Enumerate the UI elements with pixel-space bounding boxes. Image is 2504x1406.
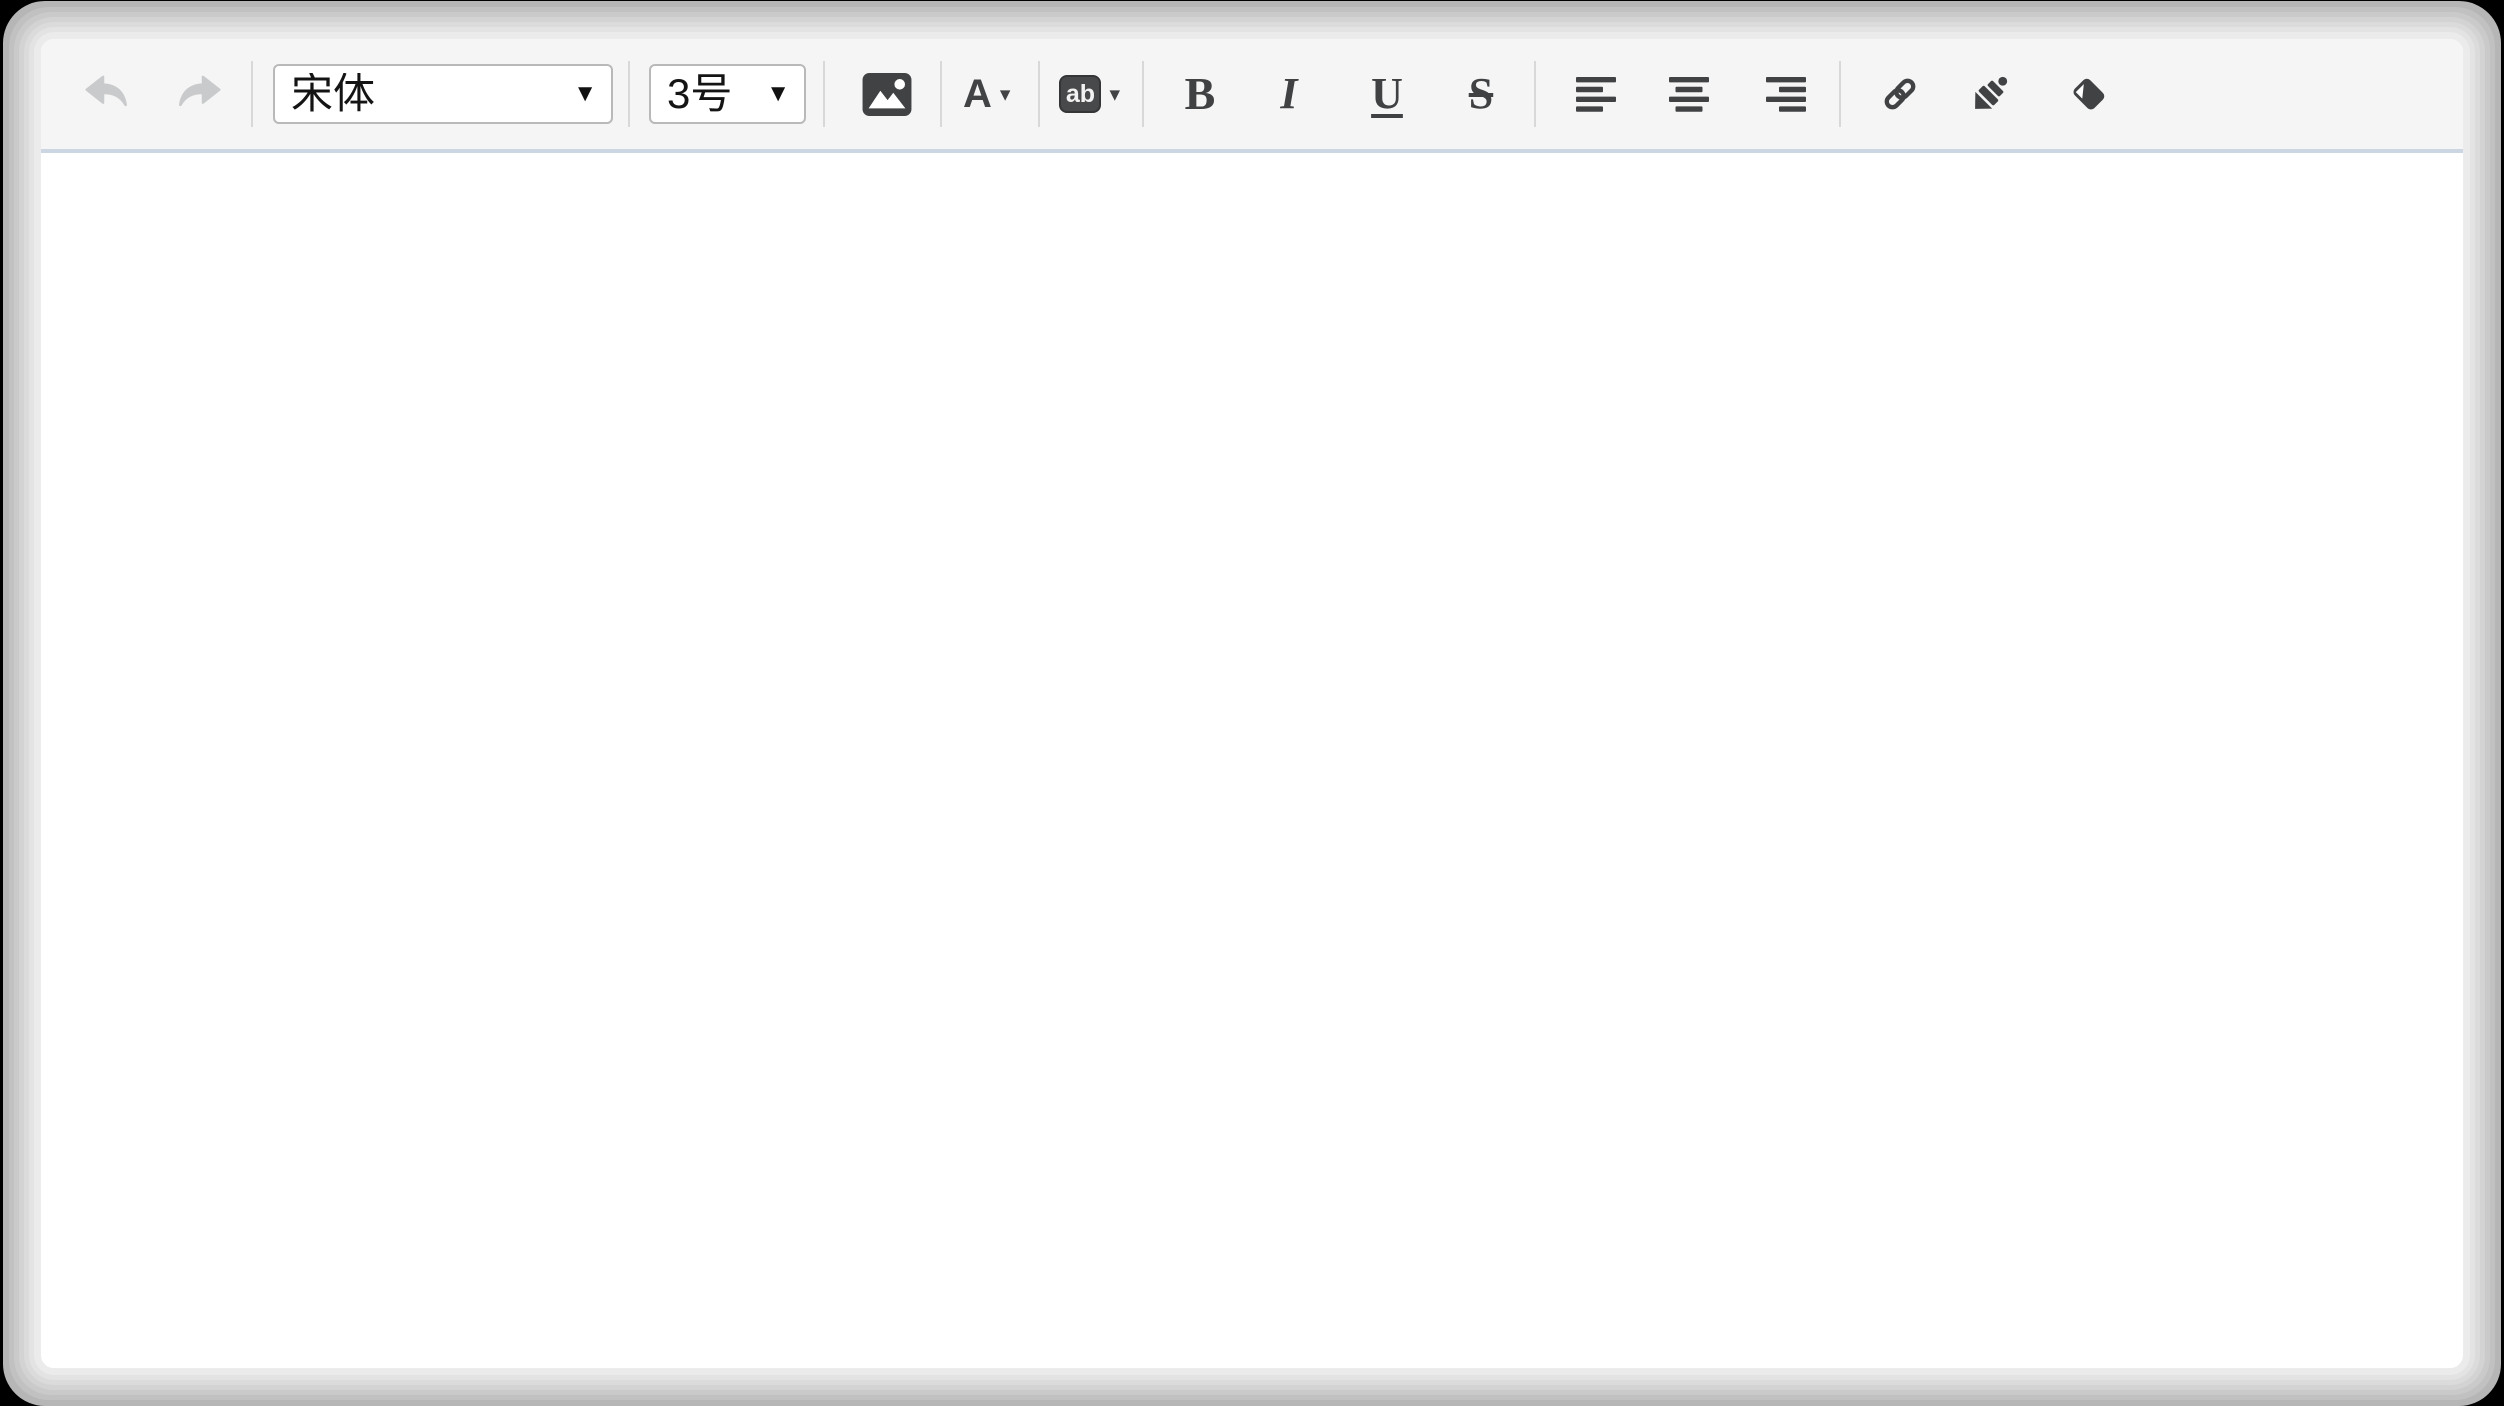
align-center-icon [1669, 77, 1709, 112]
highlight-icon: ab [1059, 75, 1101, 113]
toolbar-separator [1534, 61, 1536, 127]
select-dropdown-arrow-icon: ▼ [766, 80, 790, 108]
toolbar-separator [1038, 61, 1040, 127]
highlight-color-button[interactable]: ab ▾ [1059, 75, 1120, 113]
italic-button[interactable]: I [1276, 72, 1302, 116]
editor-content-area[interactable] [41, 153, 2463, 1364]
toolbar-separator [628, 61, 630, 127]
underline-icon: U [1371, 72, 1403, 116]
insert-link-button[interactable] [1880, 74, 1920, 114]
toolbar-separator [1142, 61, 1144, 127]
font-size-value: 3号 [667, 73, 756, 115]
editor-toolbar: 宋体 ▼ 3号 ▼ A ▾ [41, 39, 2463, 153]
strikethrough-button[interactable]: S [1460, 72, 1502, 116]
eraser-icon [2067, 72, 2111, 116]
link-icon [1880, 74, 1920, 114]
font-color-button[interactable]: A ▾ [963, 74, 1010, 114]
toolbar-separator [940, 61, 942, 127]
toolbar-separator [251, 61, 253, 127]
strikethrough-icon: S [1469, 72, 1493, 116]
align-left-icon [1576, 77, 1616, 112]
redo-icon [173, 73, 223, 115]
rich-text-editor-window: 宋体 ▼ 3号 ▼ A ▾ [40, 38, 2464, 1369]
image-icon [861, 72, 913, 117]
dropdown-arrow-icon: ▾ [1109, 84, 1120, 105]
dropdown-arrow-icon: ▾ [1000, 84, 1011, 105]
bold-icon: B [1185, 71, 1216, 117]
italic-icon: I [1280, 72, 1297, 116]
font-family-value: 宋体 [291, 73, 563, 115]
underline-button[interactable]: U [1368, 72, 1406, 116]
toolbar-separator [823, 61, 825, 127]
align-left-button[interactable] [1576, 77, 1616, 112]
insert-image-button[interactable] [861, 72, 913, 117]
align-right-button[interactable] [1766, 77, 1806, 112]
font-family-select[interactable]: 宋体 ▼ [273, 64, 613, 124]
paint-brush-icon [1967, 71, 2013, 117]
undo-icon [83, 73, 133, 115]
font-color-label: A [963, 74, 992, 114]
toolbar-separator [1839, 61, 1841, 127]
select-dropdown-arrow-icon: ▼ [573, 80, 597, 108]
align-right-icon [1766, 77, 1806, 112]
format-brush-button[interactable] [1967, 71, 2013, 117]
redo-button[interactable] [173, 73, 223, 115]
bold-button[interactable]: B [1184, 71, 1216, 117]
font-size-select[interactable]: 3号 ▼ [649, 64, 806, 124]
eraser-button[interactable] [2067, 72, 2111, 116]
align-center-button[interactable] [1669, 77, 1709, 112]
undo-button[interactable] [83, 73, 133, 115]
